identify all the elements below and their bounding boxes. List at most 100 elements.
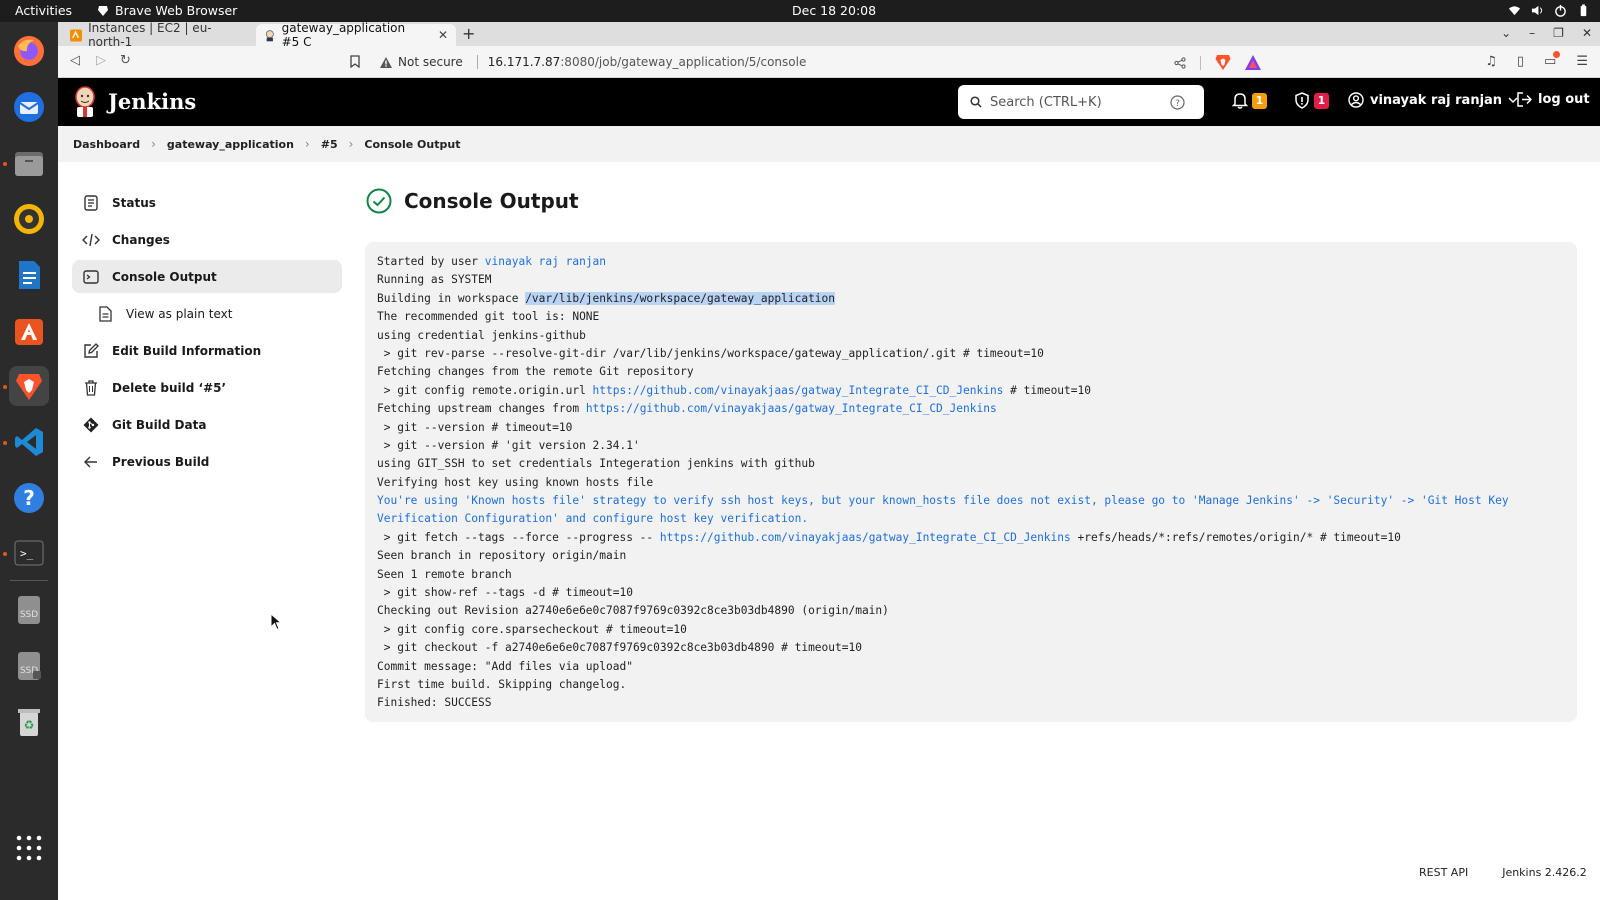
console-line: Fetching changes from the remote Git rep… — [377, 365, 694, 379]
tab-ec2-instances[interactable]: Instances | EC2 | eu-north-1 — [62, 21, 252, 49]
console-line: The recommended git tool is: NONE — [377, 310, 600, 324]
minimize-icon[interactable]: – — [1529, 26, 1535, 40]
console-line: > git fetch --tags --force --progress --… — [377, 529, 1565, 547]
battery-icon[interactable] — [1577, 4, 1590, 17]
ssd-drive-2-icon[interactable]: SSD — [9, 646, 49, 686]
wallet-icon[interactable]: ▭ — [1544, 51, 1561, 69]
back-icon[interactable]: ◁ — [70, 53, 80, 68]
url-divider — [476, 55, 478, 69]
notifications-button[interactable]: 1 — [1232, 92, 1267, 109]
app-center-icon[interactable] — [9, 311, 49, 351]
tab-search-icon[interactable]: ⌄ — [1501, 26, 1511, 40]
tab-gateway-application[interactable]: gateway_application #5 C ✕ — [256, 21, 456, 49]
sidebar-item-status[interactable]: Status — [72, 186, 342, 219]
warning-icon[interactable] — [380, 56, 392, 68]
repo-link[interactable]: https://github.com/vinayakjaas/gatway_In… — [660, 531, 1071, 544]
jenkins-title[interactable]: Jenkins — [108, 89, 196, 114]
console-line: > git checkout -f a2740e6e6e0c7087f9769c… — [377, 641, 862, 655]
new-tab-button[interactable]: + — [462, 24, 475, 43]
search-input[interactable] — [990, 94, 1170, 110]
help-circle-icon[interactable]: ? — [1170, 94, 1185, 110]
repo-link[interactable]: https://github.com/vinayakjaas/gatway_In… — [593, 384, 1004, 397]
sidebar-toggle-icon[interactable]: ▯ — [1517, 54, 1524, 69]
console-line: using GIT_SSH to set credentials Integer… — [377, 457, 815, 471]
sidebar-item-label: Delete build ‘#5’ — [112, 380, 227, 395]
user-icon — [1348, 92, 1364, 108]
share-icon[interactable] — [1174, 56, 1186, 69]
files-icon[interactable] — [9, 143, 49, 183]
running-indicator — [3, 385, 7, 389]
workspace-path-selection[interactable]: /var/lib/jenkins/workspace/gateway_appli… — [525, 291, 836, 305]
media-icon[interactable]: ♫ — [1485, 54, 1497, 69]
dock: ? >_ SSD SSD ♻ — [0, 22, 58, 900]
sidebar-item-changes[interactable]: Changes — [72, 223, 342, 256]
breadcrumb-job[interactable]: gateway_application — [167, 138, 294, 151]
help-icon[interactable]: ? — [9, 478, 49, 518]
console-output[interactable]: Started by user vinayak raj ranjan Runnin… — [365, 242, 1577, 722]
ssd-drive-icon[interactable]: SSD — [9, 590, 49, 630]
jenkins-favicon-icon — [265, 29, 274, 41]
bookmark-icon[interactable] — [350, 55, 360, 68]
firefox-icon[interactable] — [9, 31, 49, 71]
terminal-icon[interactable]: >_ — [9, 533, 49, 573]
thunderbird-icon[interactable] — [9, 87, 49, 127]
address-bar[interactable]: Not secure 16.171.7.87:8080/job/gateway_… — [368, 50, 1248, 74]
page-footer: REST API Jenkins 2.426.2 — [1419, 866, 1587, 879]
activities-button[interactable]: Activities — [15, 3, 72, 18]
console-line: Building in workspace /var/lib/jenkins/w… — [377, 290, 1565, 308]
clock[interactable]: Dec 18 20:08 — [792, 3, 876, 18]
sidebar-item-view-plain-text[interactable]: View as plain text — [72, 297, 342, 330]
sidebar-item-delete-build[interactable]: Delete build ‘#5’ — [72, 371, 342, 404]
brave-icon[interactable] — [9, 366, 49, 406]
brave-shields-icon[interactable] — [1215, 54, 1231, 71]
repo-link[interactable]: https://github.com/vinayakjaas/gatway_In… — [586, 402, 997, 415]
sidebar-item-git-build-data[interactable]: Git Build Data — [72, 408, 342, 441]
chevron-right-icon: › — [151, 137, 156, 151]
breadcrumb: Dashboard › gateway_application › #5 › C… — [58, 126, 1600, 162]
sidebar-item-previous-build[interactable]: Previous Build — [72, 445, 342, 478]
window-close-icon[interactable]: ✕ — [1582, 26, 1592, 40]
restore-icon[interactable]: ❐ — [1553, 26, 1564, 40]
breadcrumb-dashboard[interactable]: Dashboard — [73, 138, 140, 151]
security-button[interactable]: 1 — [1294, 92, 1329, 109]
search-icon — [970, 96, 982, 108]
writer-icon[interactable] — [9, 255, 49, 295]
not-secure-label[interactable]: Not secure — [398, 55, 463, 69]
breadcrumb-console-output[interactable]: Console Output — [364, 138, 460, 151]
sidebar-item-edit-build-information[interactable]: Edit Build Information — [72, 334, 342, 367]
browser-tab-bar: Instances | EC2 | eu-north-1 gateway_app… — [58, 21, 1600, 49]
menu-icon[interactable]: ☰ — [1576, 54, 1588, 69]
vscode-icon[interactable] — [9, 422, 49, 462]
git-icon — [82, 416, 100, 434]
system-tray[interactable] — [1508, 4, 1590, 17]
console-line: Fetching upstream changes from https://g… — [377, 400, 1565, 418]
app-menu[interactable]: Brave Web Browser — [97, 3, 237, 18]
trash-icon[interactable]: ♻ — [9, 702, 49, 742]
rhythmbox-icon[interactable] — [9, 199, 49, 239]
tab-close-icon[interactable]: ✕ — [438, 28, 448, 42]
jenkins-logo-icon[interactable] — [72, 86, 98, 118]
wifi-icon[interactable] — [1508, 4, 1521, 17]
brave-rewards-icon[interactable] — [1245, 55, 1261, 70]
shield-icon — [1295, 92, 1309, 109]
jenkins-version-link[interactable]: Jenkins 2.426.2 — [1502, 866, 1587, 879]
breadcrumb-build[interactable]: #5 — [321, 138, 338, 151]
search-box[interactable]: ? — [958, 85, 1204, 119]
console-line: Checking out Revision a2740e6e6e0c7087f9… — [377, 604, 889, 618]
reload-icon[interactable]: ↻ — [120, 53, 131, 68]
console-text: # timeout=10 — [1003, 383, 1091, 397]
sidebar-item-console-output[interactable]: Console Output — [72, 260, 342, 293]
volume-icon[interactable] — [1531, 4, 1544, 17]
show-apps-icon[interactable] — [9, 828, 49, 868]
sidebar-item-label: Status — [112, 195, 156, 210]
user-menu[interactable]: vinayak raj ranjan — [1348, 92, 1518, 108]
console-text: +refs/heads/*:refs/remotes/origin/* # ti… — [1070, 530, 1401, 544]
rest-api-link[interactable]: REST API — [1419, 866, 1468, 879]
user-link[interactable]: vinayak raj ranjan — [485, 255, 606, 268]
power-icon[interactable] — [1554, 4, 1567, 17]
dock-separator — [10, 580, 48, 581]
forward-icon[interactable]: ▷ — [96, 53, 106, 68]
console-text: > git config remote.origin.url — [377, 383, 593, 397]
console-line: Seen branch in repository origin/main — [377, 549, 627, 563]
logout-button[interactable]: log out — [1516, 92, 1590, 107]
